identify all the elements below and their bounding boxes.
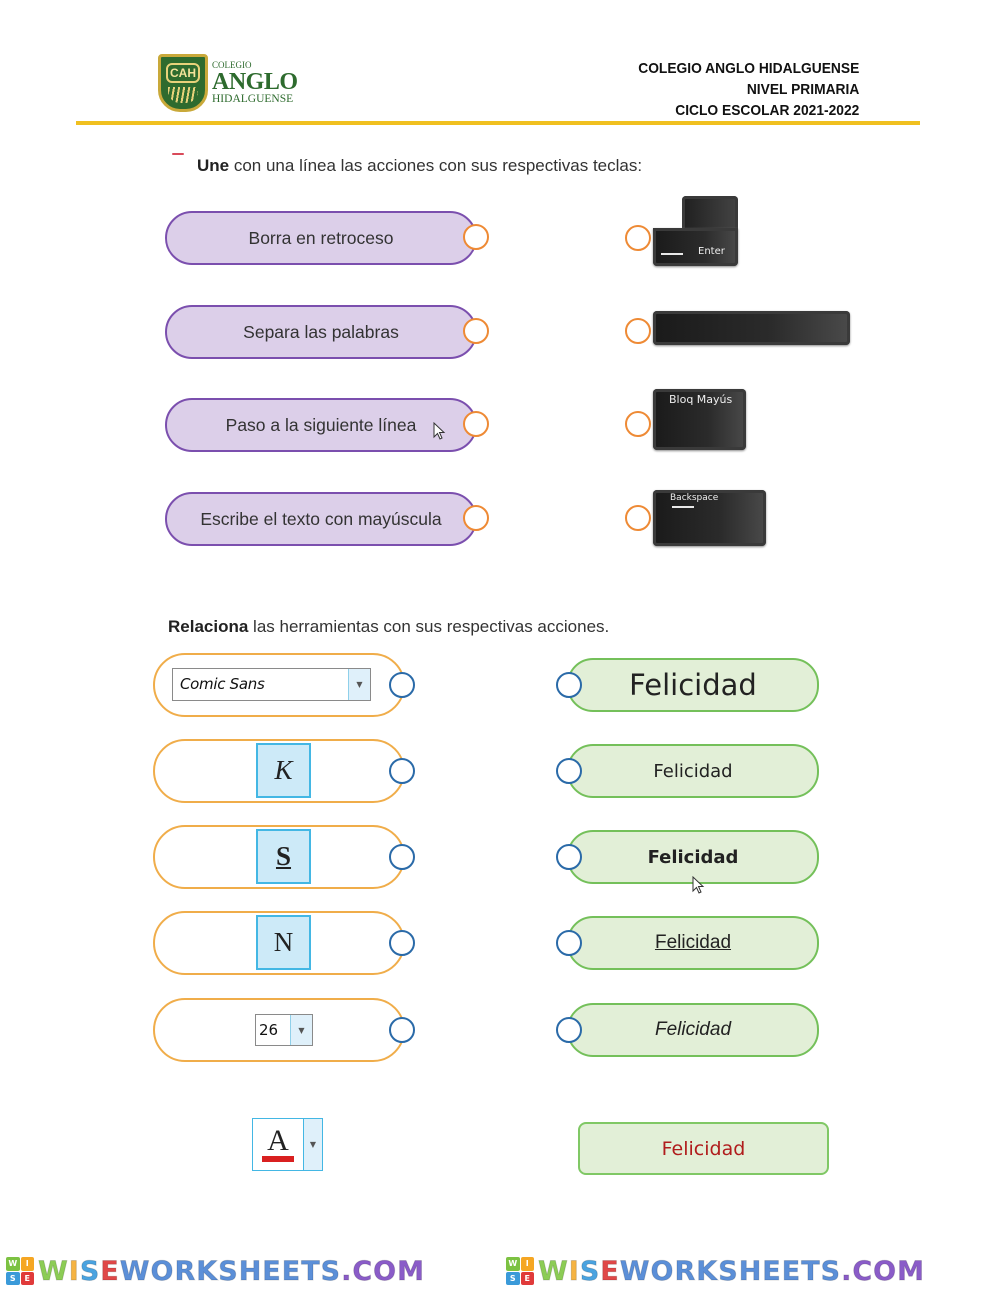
caps-lock-key-label: Bloq Mayús (669, 393, 733, 406)
chevron-down-icon[interactable]: ▼ (348, 669, 370, 700)
action-pill-1: Borra en retroceso (165, 211, 477, 265)
wise-logo-icon: W I S E (506, 1257, 534, 1285)
logo-letter: S (506, 1271, 520, 1285)
bold-label: N (273, 927, 294, 957)
instruction-bold: Relaciona (168, 617, 249, 636)
instruction-text: con una línea las acciones con sus respe… (229, 156, 643, 175)
section1-instruction: Une con una línea las acciones con sus r… (197, 156, 642, 176)
logo-line-3: HIDALGUENSE (212, 92, 294, 105)
header-divider (76, 121, 920, 125)
action-connector-2[interactable] (463, 318, 489, 344)
result-pill-2: Felicidad (567, 744, 819, 798)
school-name: COLEGIO ANGLO HIDALGUENSE (637, 60, 859, 77)
instruction-text: las herramientas con sus respectivas acc… (248, 617, 610, 636)
school-logo: CAH COLEGIO ANGLO HIDALGUENSE (158, 54, 298, 112)
shield-emblem-icon: CAH (158, 54, 208, 112)
underline-button[interactable]: S (256, 829, 311, 884)
result-label: Felicidad (647, 846, 739, 868)
wise-logo-icon: W I S E (6, 1257, 34, 1285)
emblem-rays (168, 87, 198, 103)
result-label: Felicidad (661, 1137, 746, 1160)
font-color-swatch (262, 1156, 294, 1162)
font-color-letter: A (267, 1124, 289, 1157)
italic-button[interactable]: K (256, 743, 311, 798)
action-label: Separa las palabras (243, 321, 399, 342)
result-connector-2[interactable] (556, 758, 582, 784)
action-pill-4: Escribe el texto con mayúscula (165, 492, 477, 546)
school-level: NIVEL PRIMARIA (746, 81, 859, 98)
font-size-selector[interactable]: 26 ▼ (255, 1014, 313, 1046)
font-selector[interactable]: Comic Sans ▼ (172, 668, 371, 701)
section2-instruction: Relaciona las herramientas con sus respe… (168, 617, 609, 637)
chevron-down-icon[interactable]: ▼ (290, 1015, 312, 1045)
result-pill-1: Felicidad (567, 658, 819, 712)
font-color-main[interactable]: A (253, 1119, 303, 1170)
enter-arrow-icon (661, 253, 683, 255)
logo-letter: E (520, 1271, 534, 1285)
logo-line-2: ANGLO (212, 68, 298, 95)
result-connector-1[interactable] (556, 672, 582, 698)
school-year: CICLO ESCOLAR 2021-2022 (674, 102, 859, 119)
logo-letter: W (6, 1257, 20, 1271)
tool-connector-1[interactable] (389, 672, 415, 698)
header-info: COLEGIO ANGLO HIDALGUENSE NIVEL PRIMARIA… (638, 58, 859, 121)
font-selector-value: Comic Sans (180, 675, 265, 693)
action-label: Borra en retroceso (248, 227, 394, 248)
font-size-value: 26 (259, 1021, 279, 1039)
logo-letter: W (506, 1257, 520, 1271)
logo-wordmark: COLEGIO ANGLO HIDALGUENSE (212, 60, 298, 106)
action-label: Paso a la siguiente línea (225, 414, 417, 435)
result-pill-5: Felicidad (567, 1003, 819, 1057)
red-dash-mark (172, 153, 184, 155)
result-label: Felicidad (654, 1019, 732, 1040)
key-connector-4[interactable] (625, 505, 651, 531)
mouse-cursor-icon (692, 876, 705, 894)
result-connector-4[interactable] (556, 930, 582, 956)
watermark-text: WISEWORKSHEETS.COM (538, 1255, 925, 1287)
instruction-bold: Une (197, 156, 230, 175)
action-connector-3[interactable] (463, 411, 489, 437)
italic-label: K (274, 755, 293, 785)
mouse-cursor-icon (433, 422, 446, 440)
result-label: Felicidad (629, 668, 757, 702)
tool-connector-5[interactable] (389, 1017, 415, 1043)
enter-key-icon: Enter (653, 228, 738, 266)
backspace-key-label: Backspace (670, 493, 719, 503)
tool-connector-2[interactable] (389, 758, 415, 784)
action-pill-3: Paso a la siguiente línea (165, 398, 477, 452)
bold-button[interactable]: N (256, 915, 311, 970)
action-connector-4[interactable] (463, 505, 489, 531)
underline-label: S (275, 841, 292, 871)
space-key-icon (653, 311, 850, 345)
result-label: Felicidad (653, 760, 733, 782)
watermark-2: W I S E WISEWORKSHEETS.COM (506, 1254, 925, 1288)
backspace-key-icon: Backspace (653, 490, 766, 546)
backspace-arrow-icon (672, 506, 694, 508)
watermark-text: WISEWORKSHEETS.COM (38, 1255, 425, 1287)
result-pill-4: Felicidad (567, 916, 819, 970)
logo-letter: S (6, 1271, 20, 1285)
key-connector-2[interactable] (625, 318, 651, 344)
chevron-down-icon[interactable]: ▼ (303, 1119, 322, 1170)
result-connector-5[interactable] (556, 1017, 582, 1043)
tool-connector-4[interactable] (389, 930, 415, 956)
action-label: Escribe el texto con mayúscula (200, 508, 442, 529)
emblem-text: CAH (166, 63, 200, 83)
key-connector-1[interactable] (625, 225, 651, 251)
result-connector-3[interactable] (556, 844, 582, 870)
action-connector-1[interactable] (463, 224, 489, 250)
watermark-1: W I S E WISEWORKSHEETS.COM (6, 1254, 425, 1288)
font-color-button[interactable]: A ▼ (252, 1118, 323, 1171)
enter-key-label: Enter (698, 246, 725, 257)
logo-letter: I (520, 1257, 534, 1271)
tool-connector-3[interactable] (389, 844, 415, 870)
key-connector-3[interactable] (625, 411, 651, 437)
result-box-color: Felicidad (578, 1122, 829, 1175)
action-pill-2: Separa las palabras (165, 305, 477, 359)
logo-letter: I (20, 1257, 34, 1271)
caps-lock-key-icon: Bloq Mayús (653, 389, 746, 450)
logo-letter: E (20, 1271, 34, 1285)
result-label: Felicidad (654, 932, 732, 953)
